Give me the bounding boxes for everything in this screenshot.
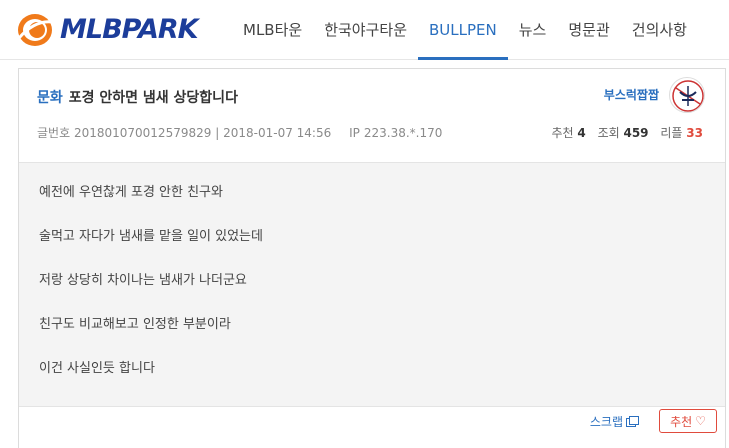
post-meta: 글번호 201801070012579829 | 2018-01-07 14:5… xyxy=(37,124,442,141)
post-body-line: 저랑 상당히 차이나는 냄새가 나더군요 xyxy=(39,273,247,288)
recommend-button-label: 추천 xyxy=(670,414,693,429)
post-card: 문화 포경 안하면 냄새 상당합니다 부스럭짭짭 글번호 201801070012… xyxy=(18,68,726,448)
view-count-label: 조회 xyxy=(597,126,620,140)
post-body: 예전에 우연찮게 포경 안한 친구와 술먹고 자다가 냄새를 맡을 일이 있었는… xyxy=(19,162,725,407)
reply-count-label: 리플 xyxy=(660,126,683,140)
post-body-line: 친구도 비교해보고 인정한 부분이라 xyxy=(39,317,231,332)
scrap-button[interactable]: 스크랩 xyxy=(590,413,639,430)
ip-label: IP xyxy=(349,126,360,140)
post-datetime: 2018-01-07 14:56 xyxy=(223,126,332,140)
nav-bullpen[interactable]: BULLPEN xyxy=(418,0,508,60)
post-body-line: 이건 사실인듯 합니다 xyxy=(39,361,155,376)
post-category[interactable]: 문화 xyxy=(37,90,63,106)
nav-korea-baseball-town[interactable]: 한국야구타운 xyxy=(313,0,418,60)
nav-hall-of-fame[interactable]: 명문관 xyxy=(557,0,620,60)
team-logo-icon xyxy=(672,80,704,112)
post-title-row: 문화 포경 안하면 냄새 상당합니다 xyxy=(37,87,238,107)
nav-suggestions[interactable]: 건의사항 xyxy=(621,0,698,60)
post-stats: 추천 4 조회 459 리플 33 xyxy=(551,124,703,141)
top-navigation-bar: MLBPARK MLB타운 한국야구타운 BULLPEN 뉴스 명문관 건의사항 xyxy=(0,0,729,60)
post-body-line: 술먹고 자다가 냄새를 맡을 일이 있었는데 xyxy=(39,229,263,244)
main-nav: MLB타운 한국야구타운 BULLPEN 뉴스 명문관 건의사항 xyxy=(232,0,698,60)
recommend-button[interactable]: 추천 ♡ xyxy=(659,409,717,433)
logo-text: MLBPARK xyxy=(60,14,199,45)
heart-icon: ♡ xyxy=(695,414,706,428)
post-number: 201801070012579829 xyxy=(73,126,212,140)
recommend-count-label: 추천 xyxy=(551,126,574,140)
scrap-label: 스크랩 xyxy=(589,415,623,429)
post-footer: 스크랩 추천 ♡ xyxy=(19,407,725,448)
mlbpark-logo[interactable]: MLBPARK xyxy=(16,12,199,48)
nav-mlb-town[interactable]: MLB타운 xyxy=(232,0,313,60)
post-number-label: 글번호 xyxy=(37,126,71,140)
logo-ball-icon xyxy=(17,14,53,46)
recommend-count: 4 xyxy=(577,126,586,140)
post-ip: 223.38.*.170 xyxy=(363,126,443,140)
scrap-icon xyxy=(626,416,639,427)
post-writer[interactable]: 부스럭짭짭 xyxy=(604,86,659,103)
post-title: 포경 안하면 냄새 상당합니다 xyxy=(68,90,238,106)
view-count: 459 xyxy=(623,126,649,140)
reply-count: 33 xyxy=(686,126,703,140)
avatar[interactable] xyxy=(669,77,705,113)
nav-news[interactable]: 뉴스 xyxy=(508,0,558,60)
post-body-line: 예전에 우연찮게 포경 안한 친구와 xyxy=(39,185,223,200)
meta-separator: | xyxy=(215,126,220,140)
